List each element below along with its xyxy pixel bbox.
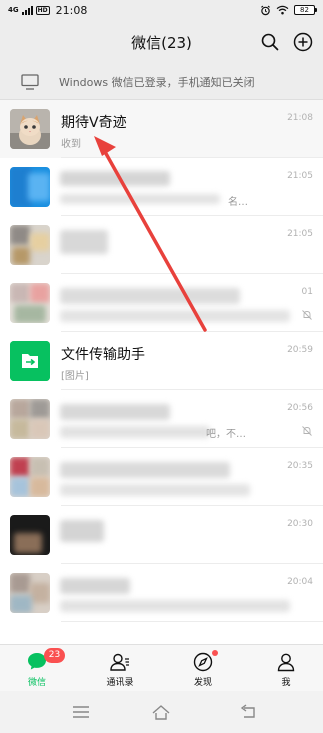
- tab-me[interactable]: 我: [256, 645, 316, 692]
- header: 微信(23): [0, 20, 323, 65]
- blurred-name: [60, 230, 108, 254]
- alarm-icon: [261, 5, 270, 15]
- login-banner[interactable]: Windows 微信已登录，手机通知已关闭: [0, 65, 323, 100]
- avatar: [10, 167, 50, 207]
- login-banner-text: Windows 微信已登录，手机通知已关闭: [59, 76, 255, 89]
- battery-icon: 82: [294, 5, 317, 15]
- avatar: [10, 341, 50, 381]
- blurred-name: [60, 520, 104, 542]
- tab-label: 发现: [193, 678, 212, 688]
- avatar: [10, 225, 50, 265]
- blurred-name: [60, 462, 230, 478]
- home-icon[interactable]: [151, 703, 171, 721]
- chat-time: 20:59: [287, 345, 313, 355]
- tab-label: 我: [281, 678, 291, 688]
- search-icon[interactable]: [260, 32, 280, 52]
- avatar: [10, 515, 50, 555]
- tab-label: 微信: [27, 678, 46, 688]
- unread-badge: 23: [44, 648, 65, 663]
- tab-bar: 23 微信 通讯录 发现 我: [0, 644, 323, 691]
- avatar: [10, 109, 50, 149]
- hd-icon: HD: [35, 5, 50, 15]
- status-bar: 4G HD 21:08 82: [0, 0, 323, 20]
- compass-icon: [193, 652, 213, 672]
- chat-item[interactable]: 名… 21:05: [0, 158, 323, 216]
- blurred-preview: [60, 426, 210, 438]
- chat-item-file-transfer[interactable]: 文件传输助手 [图片] 20:59: [0, 332, 323, 390]
- blurred-name: [60, 171, 170, 186]
- tab-discover[interactable]: 发现: [173, 645, 233, 692]
- chat-preview: 吧，不…: [206, 429, 246, 440]
- chat-item[interactable]: 21:05: [0, 216, 323, 274]
- chat-time: 21:08: [287, 113, 313, 123]
- chat-item[interactable]: 20:30: [0, 506, 323, 564]
- blurred-preview: [60, 310, 290, 322]
- blurred-name: [60, 288, 240, 304]
- chat-list: 期待V奇迹 收到 21:08 名… 21:05 21:05 01 文件传输助手 …: [0, 100, 323, 644]
- chat-time: 21:05: [287, 171, 313, 181]
- file-transfer-icon: [10, 341, 50, 381]
- mute-icon: [302, 310, 312, 320]
- chat-time: 20:04: [287, 577, 313, 587]
- chat-name: 期待V奇迹: [61, 115, 127, 131]
- avatar: [10, 457, 50, 497]
- avatar: [10, 573, 50, 613]
- signal-label: 4G: [8, 6, 19, 14]
- blurred-preview: [60, 484, 250, 496]
- kitten-photo: [10, 109, 50, 149]
- system-navigation: [0, 691, 323, 733]
- chat-item[interactable]: 20:35: [0, 448, 323, 506]
- blurred-name: [60, 404, 170, 420]
- signal-bars-icon: [21, 5, 33, 15]
- chat-item[interactable]: 01: [0, 274, 323, 332]
- divider: [61, 621, 323, 622]
- blurred-name: [60, 578, 130, 594]
- add-icon[interactable]: [293, 32, 313, 52]
- chat-preview: [图片]: [61, 371, 89, 382]
- tab-contacts[interactable]: 通讯录: [90, 645, 150, 692]
- back-icon[interactable]: [238, 703, 258, 721]
- chat-time: 20:30: [287, 519, 313, 529]
- chat-preview: 收到: [61, 139, 81, 150]
- person-icon: [277, 653, 295, 672]
- chat-time: 20:56: [287, 403, 313, 413]
- chat-time: 01: [301, 287, 313, 297]
- notification-dot: [212, 650, 218, 656]
- avatar: [10, 399, 50, 439]
- chat-time: 21:05: [287, 229, 313, 239]
- wifi-icon: [276, 5, 289, 15]
- avatar: [10, 283, 50, 323]
- chat-item-qidai[interactable]: 期待V奇迹 收到 21:08: [0, 100, 323, 158]
- blurred-preview: [60, 600, 290, 612]
- chat-item[interactable]: 20:04: [0, 564, 323, 622]
- chat-item[interactable]: 吧，不… 20:56: [0, 390, 323, 448]
- status-time: 21:08: [55, 3, 88, 17]
- monitor-icon: [21, 74, 39, 90]
- contacts-icon: [110, 653, 129, 671]
- blurred-preview: [60, 194, 220, 204]
- tab-chats[interactable]: 23 微信: [7, 645, 67, 692]
- chat-time: 20:35: [287, 461, 313, 471]
- tab-label: 通讯录: [106, 678, 134, 688]
- mute-icon: [302, 426, 312, 436]
- page-title: 微信(23): [131, 34, 192, 52]
- chat-preview: 名…: [228, 197, 248, 208]
- chat-name: 文件传输助手: [61, 347, 145, 363]
- menu-icon[interactable]: [71, 703, 91, 721]
